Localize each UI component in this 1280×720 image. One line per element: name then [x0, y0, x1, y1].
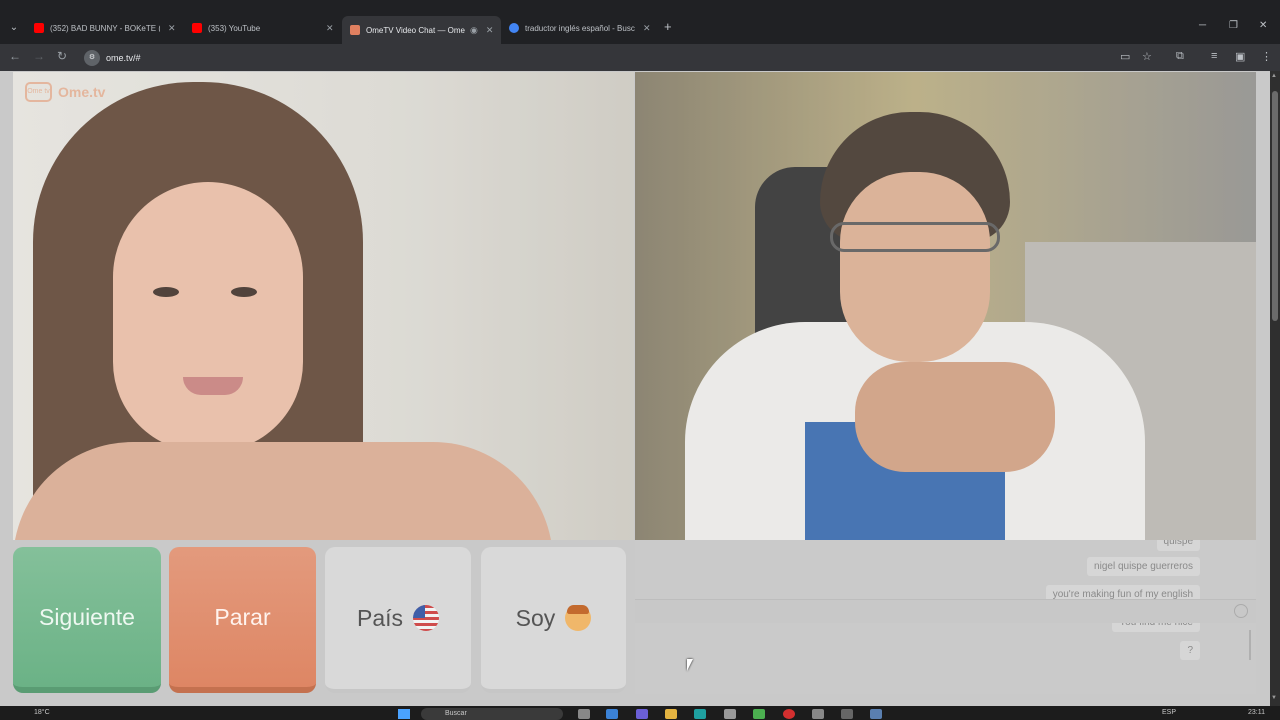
scroll-down-icon[interactable]: ▼ [1271, 695, 1277, 701]
address-bar[interactable]: ⚙ ome.tv/# [80, 47, 1100, 68]
site-info-icon[interactable]: ⚙ [84, 49, 100, 66]
stop-button[interactable]: Parar [169, 547, 316, 693]
browser-tab-strip: ⌄ (352) BAD BUNNY - BOKeTE (V ✕ (353) Yo… [0, 0, 1280, 44]
close-tab-icon[interactable]: ✕ [643, 23, 651, 34]
store-icon[interactable] [724, 709, 736, 719]
close-tab-icon[interactable]: ✕ [326, 23, 334, 34]
video-overlay [635, 72, 1256, 540]
tab-translator[interactable]: traductor inglés español - Busc ✕ [501, 18, 659, 38]
stop-button-label: Parar [214, 603, 271, 630]
youtube-icon [34, 23, 44, 33]
video-overlay [13, 72, 634, 540]
app-icon[interactable] [753, 709, 765, 719]
menu-kebab-icon[interactable]: ⋮ [1261, 50, 1272, 63]
app-icon[interactable] [841, 709, 853, 719]
browser-toolbar: ← → ↻ ⚙ ome.tv/# ▭ ☆ ⧉ ≡ ▣ ⋮ [0, 44, 1280, 71]
app-icon[interactable] [870, 709, 882, 719]
chat-message: quispe [1156, 540, 1200, 551]
cast-icon[interactable]: ▭ [1120, 50, 1130, 63]
tab-title: OmeTV Video Chat — Ome [366, 25, 465, 35]
weather-text[interactable]: 18°C [34, 709, 50, 716]
next-button-label: Siguiente [39, 603, 135, 630]
tab-title: (352) BAD BUNNY - BOKeTE (V [50, 23, 160, 33]
close-tab-icon[interactable]: ✕ [168, 23, 176, 34]
boy-emoji-icon [565, 605, 592, 631]
chat-message: nigel quispe guerreros [1087, 557, 1200, 576]
emoji-icon[interactable] [1234, 604, 1248, 618]
new-tab-icon[interactable]: + [664, 20, 672, 34]
reload-icon[interactable]: ↻ [57, 49, 67, 63]
tab-title: (353) YouTube [208, 23, 261, 33]
media-control-icon[interactable]: ≡ [1211, 50, 1217, 62]
language-indicator[interactable]: ESP [1162, 709, 1176, 716]
task-view-icon[interactable] [578, 709, 590, 719]
tab-youtube[interactable]: (353) YouTube ✕ [184, 18, 342, 38]
youtube-icon [192, 23, 202, 33]
windows-start-icon[interactable] [398, 709, 410, 719]
ometv-favicon-icon [350, 25, 360, 35]
edge-icon[interactable] [694, 709, 706, 719]
minimize-icon[interactable]: ─ [1199, 20, 1206, 31]
back-icon[interactable]: ← [9, 49, 21, 63]
tab-ometv[interactable]: OmeTV Video Chat — Ome ◉ ✕ [342, 16, 502, 44]
forward-icon[interactable]: → [33, 49, 45, 63]
next-button[interactable]: Siguiente [13, 547, 161, 693]
app-icon[interactable] [812, 709, 824, 719]
close-window-icon[interactable]: ✕ [1259, 20, 1267, 31]
tab-bad-bunny[interactable]: (352) BAD BUNNY - BOKeTE (V ✕ [26, 18, 184, 38]
bookmark-star-icon[interactable]: ☆ [1142, 50, 1152, 63]
ometv-logo: Ome tv Ome.tv [25, 82, 105, 102]
remote-video [635, 72, 1256, 540]
gender-button-label: Soy [515, 604, 556, 631]
chat-message: ? [1180, 641, 1200, 660]
extensions-icon[interactable]: ⧉ [1176, 50, 1184, 63]
us-flag-icon [413, 605, 440, 631]
ometv-logo-text: Ome.tv [58, 84, 106, 100]
taskbar-search[interactable]: Buscar [421, 708, 563, 720]
country-button-label: País [356, 604, 404, 631]
chat-input[interactable] [635, 599, 1256, 623]
tab-title: traductor inglés español - Busc [525, 23, 635, 33]
audio-playing-icon: ◉ [470, 24, 478, 35]
chat-scrollbar[interactable] [1249, 630, 1251, 660]
teams-icon[interactable] [636, 709, 648, 719]
page-scrollbar[interactable]: ▲ ▼ [1270, 71, 1280, 706]
clock[interactable]: 23:11 [1248, 709, 1265, 716]
mouse-cursor-icon [687, 659, 693, 671]
file-explorer-icon[interactable] [665, 709, 677, 719]
country-button[interactable]: País [325, 547, 471, 693]
windows-taskbar: 18°C Buscar ESP 23:11 [0, 706, 1280, 720]
scroll-up-icon[interactable]: ▲ [1271, 73, 1277, 79]
close-tab-icon[interactable]: ✕ [486, 25, 494, 36]
restore-icon[interactable]: ❐ [1229, 20, 1238, 31]
tab-search-menu-icon[interactable]: ⌄ [6, 20, 22, 36]
scroll-thumb[interactable] [1272, 91, 1278, 321]
app-icon[interactable] [606, 709, 618, 719]
profile-icon[interactable]: ▣ [1235, 50, 1245, 63]
local-video: Ome tv Ome.tv [13, 72, 634, 540]
google-icon [509, 23, 519, 33]
opera-icon[interactable] [783, 709, 795, 719]
gender-button[interactable]: Soy [481, 547, 626, 693]
ometv-logo-badge: Ome tv [25, 82, 52, 102]
url-text: ome.tv/# [106, 52, 141, 63]
